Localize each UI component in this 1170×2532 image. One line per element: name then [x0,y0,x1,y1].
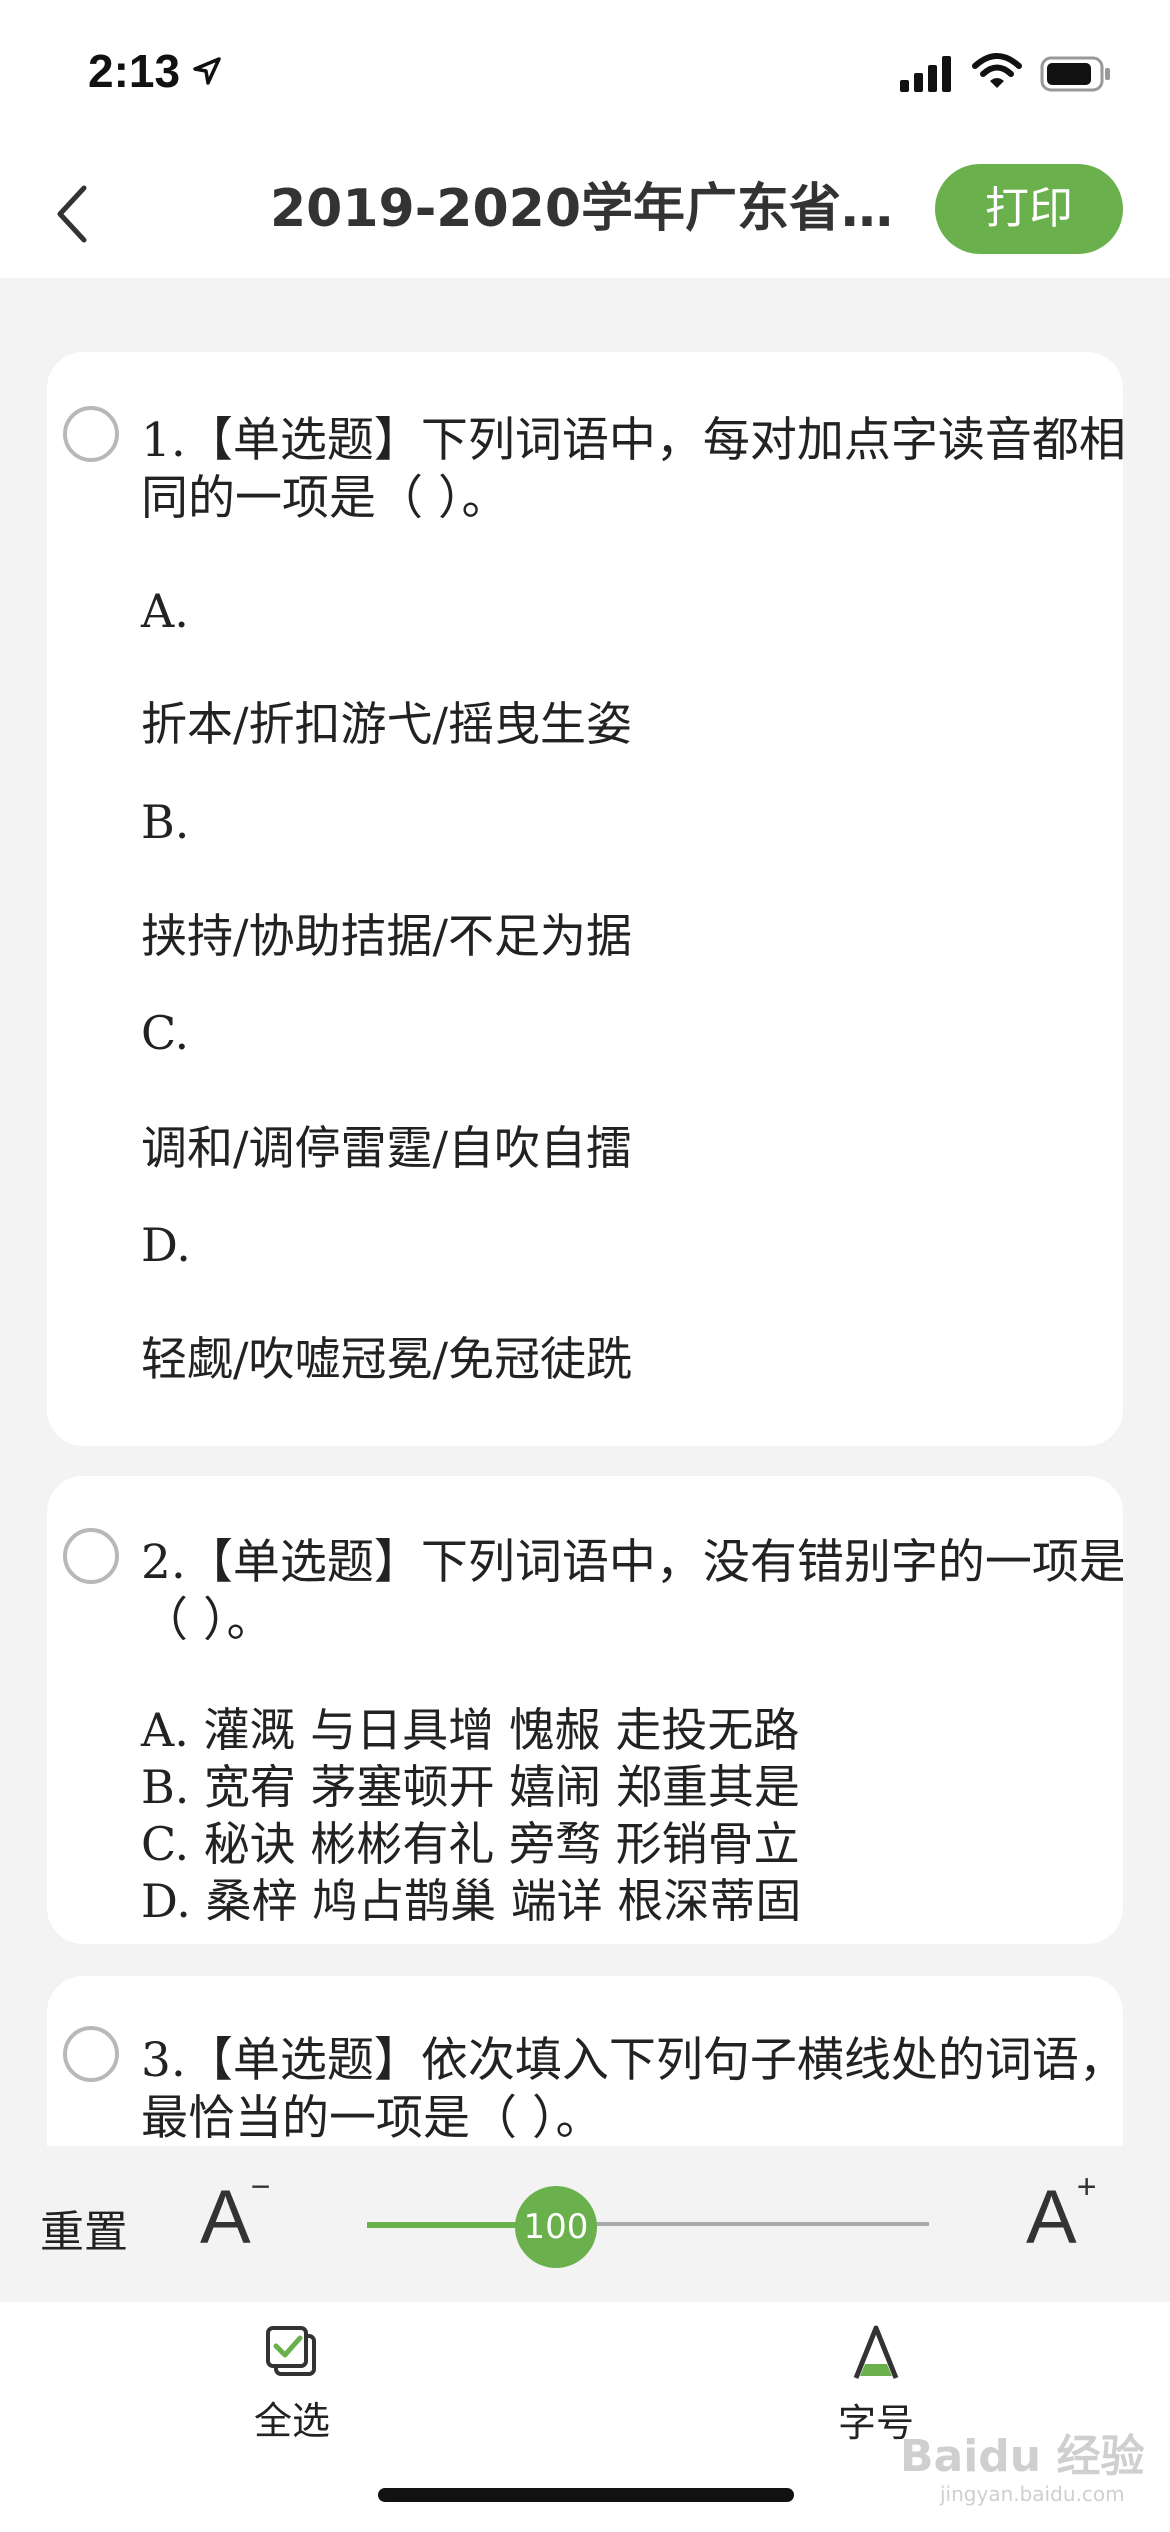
plus-icon: + [1076,2168,1097,2206]
reset-button[interactable]: 重置 [40,2196,128,2260]
option-line: A. 灌溉 与日具增 愧赧 走投无路 [141,1703,800,1757]
question-select-radio[interactable] [63,1528,119,1584]
option-letter: B. [141,795,190,849]
back-chevron-icon[interactable] [46,178,106,250]
decrease-font-label: A [200,2175,251,2260]
cellular-signal-icon [900,56,951,92]
location-arrow-icon [193,57,221,85]
select-all-label: 全选 [253,2399,330,2443]
option-letter: D. [141,1218,191,1272]
option-text: 挟持/协助拮据/不足为据 [141,909,632,963]
question-select-radio[interactable] [63,406,119,462]
increase-font-button[interactable]: A + [1026,2168,1097,2261]
minus-icon: − [250,2168,271,2206]
page-title: 2019-2020学年广东省… [270,179,894,239]
question-card-3: 3.【单选题】依次填入下列句子横线处的词语，最恰当的一项是（ ）。 [47,1976,1123,2156]
option-letter: A. [141,584,189,638]
question-select-radio[interactable] [63,2026,119,2082]
watermark-logo: Baidu 经验 [900,2431,1145,2482]
status-bar: 2:13 [0,0,1170,150]
increase-font-label: A [1026,2175,1077,2260]
decrease-font-button[interactable]: A − [200,2168,271,2261]
wifi-icon [972,53,1022,88]
option-text: 轻觑/吹嘘冠冕/免冠徒跣 [141,1332,632,1386]
question-text: 1.【单选题】下列词语中，每对加点字读音都相同的一项是（ ）。 [141,413,1123,526]
status-time: 2:13 [88,45,181,97]
print-button[interactable]: 打印 [935,164,1123,254]
option-line: D. 桑梓 鸠占鹊巢 端详 根深蒂固 [141,1874,802,1928]
option-text: 折本/折扣游弋/摇曳生姿 [141,697,632,751]
option-line: B. 宽宥 茅塞顿开 嬉闹 郑重其是 [141,1760,800,1814]
slider-track-empty[interactable] [553,2222,929,2226]
navigation-bar: 2019-2020学年广东省… 打印 [0,150,1170,278]
select-all-checkbox-icon [266,2326,316,2376]
option-letter: C. [141,1006,190,1060]
tab-select-all[interactable]: 全选 [192,2324,392,2445]
watermark-url: jingyan.baidu.com [940,2482,1125,2506]
option-line: C. 秘诀 彬彬有礼 旁骛 形销骨立 [141,1817,800,1871]
font-size-icon [853,2325,899,2379]
question-text: 3.【单选题】依次填入下列句子横线处的词语，最恰当的一项是（ ）。 [141,2033,1123,2146]
battery-icon [1040,56,1110,92]
font-size-slider-knob[interactable]: 100 [515,2186,597,2268]
option-text: 调和/调停雷霆/自吹自擂 [141,1121,632,1175]
home-indicator[interactable] [378,2488,794,2502]
question-text: 2.【单选题】下列词语中，没有错别字的一项是（ ）。 [141,1535,1123,1648]
font-size-toolbar: 重置 A − 100 A + [0,2146,1170,2302]
question-card-2: 2.【单选题】下列词语中，没有错别字的一项是（ ）。 A. 灌溉 与日具增 愧赧… [47,1476,1123,1944]
question-card-1: 1.【单选题】下列词语中，每对加点字读音都相同的一项是（ ）。 A. 折本/折扣… [47,352,1123,1446]
